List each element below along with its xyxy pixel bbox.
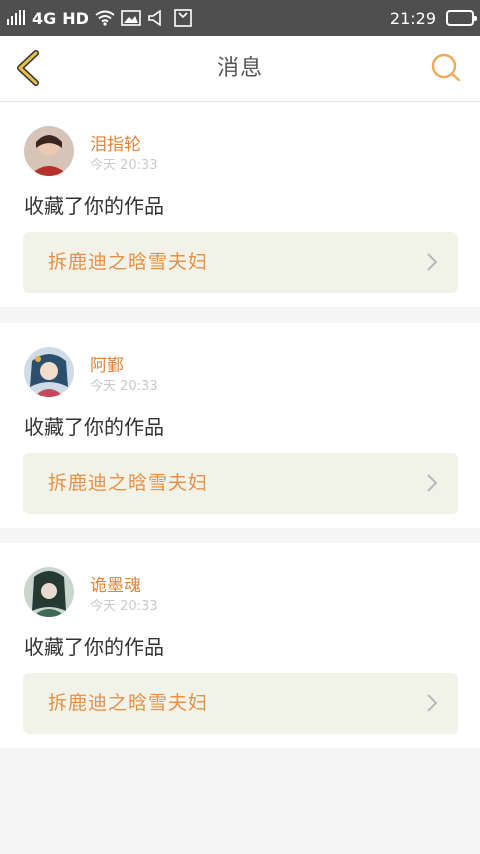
battery-icon	[446, 10, 477, 26]
network-type: 4G	[32, 8, 57, 28]
notification-card: 泪指轮 今天 20:33 收藏了你的作品 拆鹿迪之晗雪夫妇	[0, 102, 480, 307]
hd-indicator: HD	[62, 8, 89, 28]
chevron-right-icon	[427, 694, 438, 712]
search-icon[interactable]	[430, 52, 462, 84]
chevron-right-icon	[427, 474, 438, 492]
status-bar: 4G HD 21:29	[0, 0, 480, 36]
avatar[interactable]	[24, 126, 74, 176]
work-link[interactable]: 拆鹿迪之晗雪夫妇	[23, 673, 458, 734]
clipboard-icon	[174, 9, 192, 27]
chevron-right-icon	[427, 253, 438, 271]
username[interactable]: 阿鄞	[90, 351, 124, 376]
timestamp: 今天 20:33	[90, 599, 158, 614]
activity-text: 收藏了你的作品	[24, 194, 164, 218]
timestamp: 今天 20:33	[90, 158, 158, 173]
activity-text: 收藏了你的作品	[24, 635, 164, 659]
work-link[interactable]: 拆鹿迪之晗雪夫妇	[23, 232, 458, 293]
avatar[interactable]	[24, 567, 74, 617]
work-title: 拆鹿迪之晗雪夫妇	[48, 692, 209, 714]
signal-icon	[7, 10, 25, 25]
app-header: 消息	[0, 36, 480, 102]
notification-card: 阿鄞 今天 20:33 收藏了你的作品 拆鹿迪之晗雪夫妇	[0, 323, 480, 528]
username[interactable]: 泪指轮	[90, 130, 141, 155]
image-icon	[121, 10, 141, 26]
work-link[interactable]: 拆鹿迪之晗雪夫妇	[23, 453, 458, 514]
speaker-icon	[148, 10, 161, 26]
username[interactable]: 诡墨魂	[90, 571, 141, 596]
work-title: 拆鹿迪之晗雪夫妇	[48, 472, 209, 494]
wifi-icon	[95, 10, 115, 26]
work-title: 拆鹿迪之晗雪夫妇	[48, 251, 209, 273]
timestamp: 今天 20:33	[90, 379, 158, 394]
page-title: 消息	[216, 56, 263, 81]
clock: 21:29	[389, 8, 436, 28]
avatar[interactable]	[24, 347, 74, 397]
activity-text: 收藏了你的作品	[24, 415, 164, 439]
notification-card: 诡墨魂 今天 20:33 收藏了你的作品 拆鹿迪之晗雪夫妇	[0, 543, 480, 748]
